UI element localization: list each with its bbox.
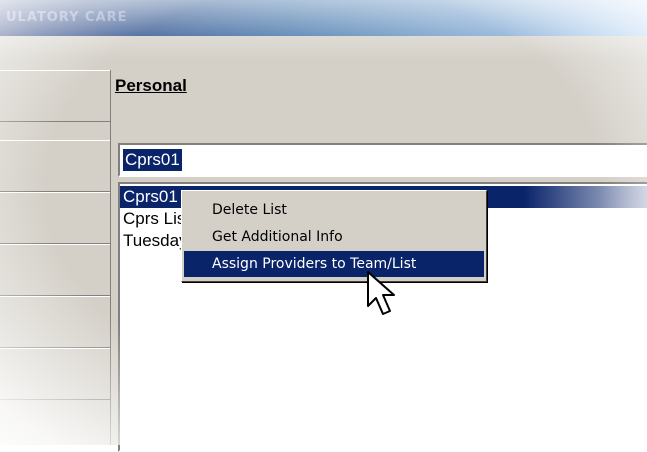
list-name-input[interactable]: Cprs01 (118, 143, 647, 177)
left-column (0, 70, 111, 445)
window-title-bar: ULATORY CARE (0, 0, 647, 36)
left-cell (0, 70, 110, 122)
left-cell (0, 140, 110, 192)
menu-item-delete-list[interactable]: Delete List (184, 197, 484, 223)
toolbar-band (0, 36, 647, 71)
menu-item-assign-providers[interactable]: Assign Providers to Team/List (184, 251, 484, 277)
app-window: ULATORY CARE Personal Cprs01 Cprs01 Cprs… (0, 0, 647, 452)
context-menu: Delete List Get Additional Info Assign P… (181, 190, 487, 282)
menu-item-get-additional-info[interactable]: Get Additional Info (184, 224, 484, 250)
panel-heading: Personal (115, 76, 187, 95)
left-cell (0, 244, 110, 296)
list-item[interactable]: Tuesday (123, 230, 188, 252)
left-cell (0, 348, 110, 400)
arrow-pointer-icon (367, 271, 395, 315)
window-title: ULATORY CARE (6, 10, 128, 25)
left-cell (0, 296, 110, 348)
list-name-input-value: Cprs01 (123, 149, 182, 171)
left-cell (0, 192, 110, 244)
